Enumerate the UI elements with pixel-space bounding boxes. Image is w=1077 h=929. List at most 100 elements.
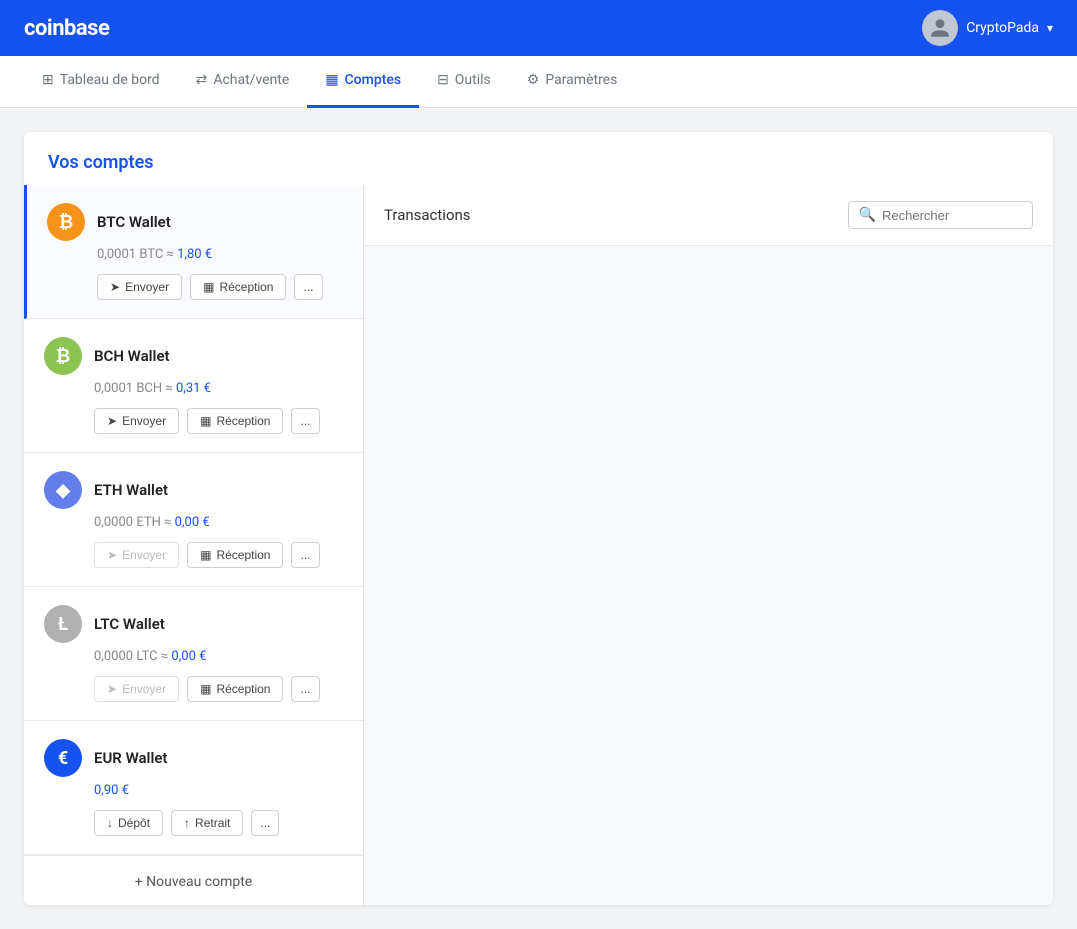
btc-balance: 0,0001 BTC ≈ 1,80 € bbox=[97, 247, 343, 262]
accounts-card: Vos comptes ₿ BTC Wallet 0,0001 BTC ≈ 1,… bbox=[24, 132, 1053, 905]
ltc-send-label: Envoyer bbox=[122, 682, 166, 696]
transactions-title: Transactions bbox=[384, 206, 471, 224]
bch-send-button[interactable]: ➤ Envoyer bbox=[94, 408, 179, 434]
bch-balance-crypto: 0,0001 BCH bbox=[94, 381, 162, 396]
btc-approx: ≈ bbox=[167, 247, 178, 262]
btc-wallet-name: BTC Wallet bbox=[97, 213, 171, 231]
send-icon: ➤ bbox=[107, 682, 117, 696]
send-icon: ➤ bbox=[107, 414, 117, 428]
ltc-balance: 0,0000 LTC ≈ 0,00 € bbox=[94, 649, 343, 664]
nav-item-buy-sell[interactable]: ⇄ Achat/vente bbox=[178, 56, 308, 108]
eur-deposit-label: Dépôt bbox=[118, 816, 150, 830]
eur-more-button[interactable]: ... bbox=[251, 810, 279, 836]
wallet-item-ltc[interactable]: Ł LTC Wallet 0,0000 LTC ≈ 0,00 € ➤ Envoy… bbox=[24, 587, 363, 721]
wallet-item-eur[interactable]: € EUR Wallet 0,90 € ↓ Dépôt ↑ Retrait bbox=[24, 721, 363, 855]
eur-deposit-button[interactable]: ↓ Dépôt bbox=[94, 810, 163, 836]
ltc-receive-label: Réception bbox=[216, 682, 270, 696]
eth-icon: ◆ bbox=[44, 471, 82, 509]
wallet-header-ltc: Ł LTC Wallet bbox=[44, 605, 343, 643]
nav-label-tools: Outils bbox=[455, 72, 491, 88]
nav-item-tools[interactable]: ⊟ Outils bbox=[419, 56, 509, 108]
buy-sell-icon: ⇄ bbox=[196, 72, 208, 88]
btc-receive-button[interactable]: ▦ Réception bbox=[190, 274, 286, 300]
bch-receive-label: Réception bbox=[216, 414, 270, 428]
username-label: CryptoPada bbox=[966, 20, 1039, 36]
tools-icon: ⊟ bbox=[437, 72, 449, 88]
wallet-item-btc[interactable]: ₿ BTC Wallet 0,0001 BTC ≈ 1,80 € ➤ Envoy… bbox=[24, 185, 363, 319]
transactions-body bbox=[364, 246, 1053, 905]
navigation: ⊞ Tableau de bord ⇄ Achat/vente ▦ Compte… bbox=[0, 56, 1077, 108]
bch-send-label: Envoyer bbox=[122, 414, 166, 428]
bch-icon: ₿ bbox=[44, 337, 82, 375]
ltc-balance-fiat: 0,00 € bbox=[171, 649, 206, 664]
ltc-receive-button[interactable]: ▦ Réception bbox=[187, 676, 283, 702]
eur-withdraw-button[interactable]: ↑ Retrait bbox=[171, 810, 243, 836]
eth-wallet-name: ETH Wallet bbox=[94, 481, 168, 499]
nav-item-dashboard[interactable]: ⊞ Tableau de bord bbox=[24, 56, 178, 108]
nav-label-dashboard: Tableau de bord bbox=[60, 72, 160, 88]
card-title: Vos comptes bbox=[24, 132, 1053, 185]
wallet-header-bch: ₿ BCH Wallet bbox=[44, 337, 343, 375]
wallet-header-eth: ◆ ETH Wallet bbox=[44, 471, 343, 509]
eur-actions: ↓ Dépôt ↑ Retrait ... bbox=[94, 810, 343, 836]
receive-icon: ▦ bbox=[200, 414, 211, 428]
btc-icon: ₿ bbox=[47, 203, 85, 241]
eur-withdraw-label: Retrait bbox=[195, 816, 230, 830]
eth-send-label: Envoyer bbox=[122, 548, 166, 562]
nav-label-settings: Paramètres bbox=[545, 72, 617, 88]
main-content: Vos comptes ₿ BTC Wallet 0,0001 BTC ≈ 1,… bbox=[0, 108, 1077, 929]
search-icon: 🔍 bbox=[859, 207, 876, 223]
deposit-icon: ↓ bbox=[107, 816, 113, 830]
search-input[interactable] bbox=[882, 208, 1022, 223]
nav-item-settings[interactable]: ⚙ Paramètres bbox=[509, 56, 636, 108]
ltc-more-button[interactable]: ... bbox=[291, 676, 319, 702]
bch-more-button[interactable]: ... bbox=[291, 408, 319, 434]
eth-balance: 0,0000 ETH ≈ 0,00 € bbox=[94, 515, 343, 530]
eth-approx: ≈ bbox=[164, 515, 175, 530]
ltc-actions: ➤ Envoyer ▦ Réception ... bbox=[94, 676, 343, 702]
ltc-send-button[interactable]: ➤ Envoyer bbox=[94, 676, 179, 702]
app-logo: coinbase bbox=[24, 16, 109, 41]
btc-actions: ➤ Envoyer ▦ Réception ... bbox=[97, 274, 343, 300]
nav-item-accounts[interactable]: ▦ Comptes bbox=[307, 56, 419, 108]
wallet-item-eth[interactable]: ◆ ETH Wallet 0,0000 ETH ≈ 0,00 € ➤ Envoy… bbox=[24, 453, 363, 587]
receive-icon: ▦ bbox=[200, 548, 211, 562]
bch-wallet-name: BCH Wallet bbox=[94, 347, 170, 365]
eth-receive-label: Réception bbox=[216, 548, 270, 562]
eth-send-button[interactable]: ➤ Envoyer bbox=[94, 542, 179, 568]
btc-more-button[interactable]: ... bbox=[294, 274, 322, 300]
bch-balance-fiat: 0,31 € bbox=[176, 381, 211, 396]
btc-send-button[interactable]: ➤ Envoyer bbox=[97, 274, 182, 300]
wallet-header-eur: € EUR Wallet bbox=[44, 739, 343, 777]
nav-label-accounts: Comptes bbox=[345, 72, 402, 88]
eur-wallet-name: EUR Wallet bbox=[94, 749, 167, 767]
user-menu[interactable]: CryptoPada ▾ bbox=[922, 10, 1053, 46]
eth-actions: ➤ Envoyer ▦ Réception ... bbox=[94, 542, 343, 568]
bch-balance: 0,0001 BCH ≈ 0,31 € bbox=[94, 381, 343, 396]
btc-send-label: Envoyer bbox=[125, 280, 169, 294]
transactions-panel: Transactions 🔍 bbox=[364, 185, 1053, 905]
bch-actions: ➤ Envoyer ▦ Réception ... bbox=[94, 408, 343, 434]
search-box[interactable]: 🔍 bbox=[848, 201, 1033, 229]
btc-balance-fiat: 1,80 € bbox=[177, 247, 212, 262]
ltc-balance-crypto: 0,0000 LTC bbox=[94, 649, 158, 664]
wallet-item-bch[interactable]: ₿ BCH Wallet 0,0001 BCH ≈ 0,31 € ➤ Envoy… bbox=[24, 319, 363, 453]
eth-balance-fiat: 0,00 € bbox=[175, 515, 210, 530]
bch-approx: ≈ bbox=[165, 381, 176, 396]
eth-more-button[interactable]: ... bbox=[291, 542, 319, 568]
header: coinbase CryptoPada ▾ bbox=[0, 0, 1077, 56]
bch-receive-button[interactable]: ▦ Réception bbox=[187, 408, 283, 434]
dashboard-icon: ⊞ bbox=[42, 72, 54, 88]
eth-balance-crypto: 0,0000 ETH bbox=[94, 515, 161, 530]
send-icon: ➤ bbox=[110, 280, 120, 294]
nav-label-buy-sell: Achat/vente bbox=[213, 72, 289, 88]
eur-balance: 0,90 € bbox=[94, 783, 343, 798]
more-icon: ... bbox=[260, 816, 270, 830]
ltc-wallet-name: LTC Wallet bbox=[94, 615, 165, 633]
eur-icon: € bbox=[44, 739, 82, 777]
withdraw-icon: ↑ bbox=[184, 816, 190, 830]
eth-receive-button[interactable]: ▦ Réception bbox=[187, 542, 283, 568]
new-account-button[interactable]: + Nouveau compte bbox=[24, 855, 363, 905]
more-icon: ... bbox=[300, 414, 310, 428]
ltc-approx: ≈ bbox=[161, 649, 172, 664]
